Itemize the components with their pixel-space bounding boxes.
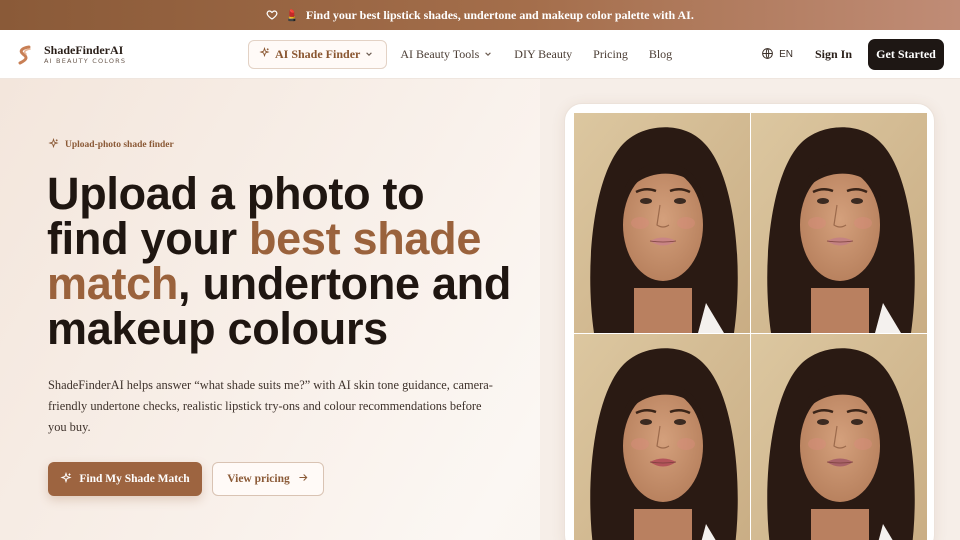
language-label: EN (779, 49, 793, 60)
view-pricing-button[interactable]: View pricing (212, 462, 324, 496)
button-label: View pricing (227, 473, 290, 485)
sparkle-icon (259, 46, 270, 62)
shade-preview-card (564, 103, 935, 540)
nav-item-pricing[interactable]: Pricing (593, 40, 628, 69)
chevron-down-icon (365, 50, 373, 60)
portrait-grid (574, 113, 927, 540)
sparkle-icon (48, 137, 59, 152)
nav-item-ai-shade-finder[interactable]: AI Shade Finder (248, 40, 388, 69)
nav-item-label: AI Shade Finder (275, 47, 361, 61)
get-started-button[interactable]: Get Started (868, 39, 944, 70)
brand-tagline: AI BEAUTY COLORS (44, 57, 127, 65)
hero-section: Upload-photo shade finder Upload a photo… (0, 79, 960, 540)
brand-name: ShadeFinderAI (44, 43, 124, 57)
top-navigation: ShadeFinderAI AI BEAUTY COLORS AI Shade … (0, 30, 960, 79)
eyebrow-text: Upload-photo shade finder (65, 140, 174, 150)
announcement-bar: 💄 Find your best lipstick shades, undert… (0, 0, 960, 30)
language-selector[interactable]: EN (761, 47, 793, 63)
arrow-right-icon (298, 472, 309, 486)
portrait-image (751, 334, 927, 540)
nav-item-label: Blog (648, 47, 673, 61)
hero-eyebrow: Upload-photo shade finder (48, 137, 174, 152)
nav-item-ai-beauty-tools[interactable]: AI Beauty Tools (400, 40, 492, 69)
sparkle-icon (60, 471, 72, 487)
button-label: Find My Shade Match (79, 473, 190, 485)
nav-item-blog[interactable]: Blog (649, 40, 672, 69)
globe-icon (761, 47, 774, 63)
portrait-image (574, 113, 750, 333)
lipstick-icon: 💄 (285, 9, 299, 22)
brand-logo[interactable]: ShadeFinderAI AI BEAUTY COLORS (16, 44, 126, 66)
sign-in-link[interactable]: Sign In (815, 47, 852, 62)
logo-mark-icon (18, 45, 31, 65)
nav-item-diy-beauty[interactable]: DIY Beauty (514, 40, 572, 69)
chevron-down-icon (484, 50, 492, 60)
nav-item-label: Pricing (593, 47, 628, 61)
find-shade-match-button[interactable]: Find My Shade Match (48, 462, 202, 496)
main-menu: AI Shade Finder AI Beauty Tools DIY Beau… (248, 40, 672, 69)
nav-item-label: DIY Beauty (514, 47, 573, 61)
portrait-image (574, 334, 750, 540)
hero-headline: Upload a photo to find your best shade m… (47, 171, 517, 351)
nav-actions: EN Sign In Get Started (761, 39, 944, 70)
hero-description: ShadeFinderAI helps answer “what shade s… (48, 378, 493, 434)
portrait-image (751, 113, 927, 333)
heart-icon (266, 9, 278, 21)
announcement-text: Find your best lipstick shades, underton… (305, 7, 694, 22)
nav-item-label: AI Beauty Tools (400, 47, 480, 61)
